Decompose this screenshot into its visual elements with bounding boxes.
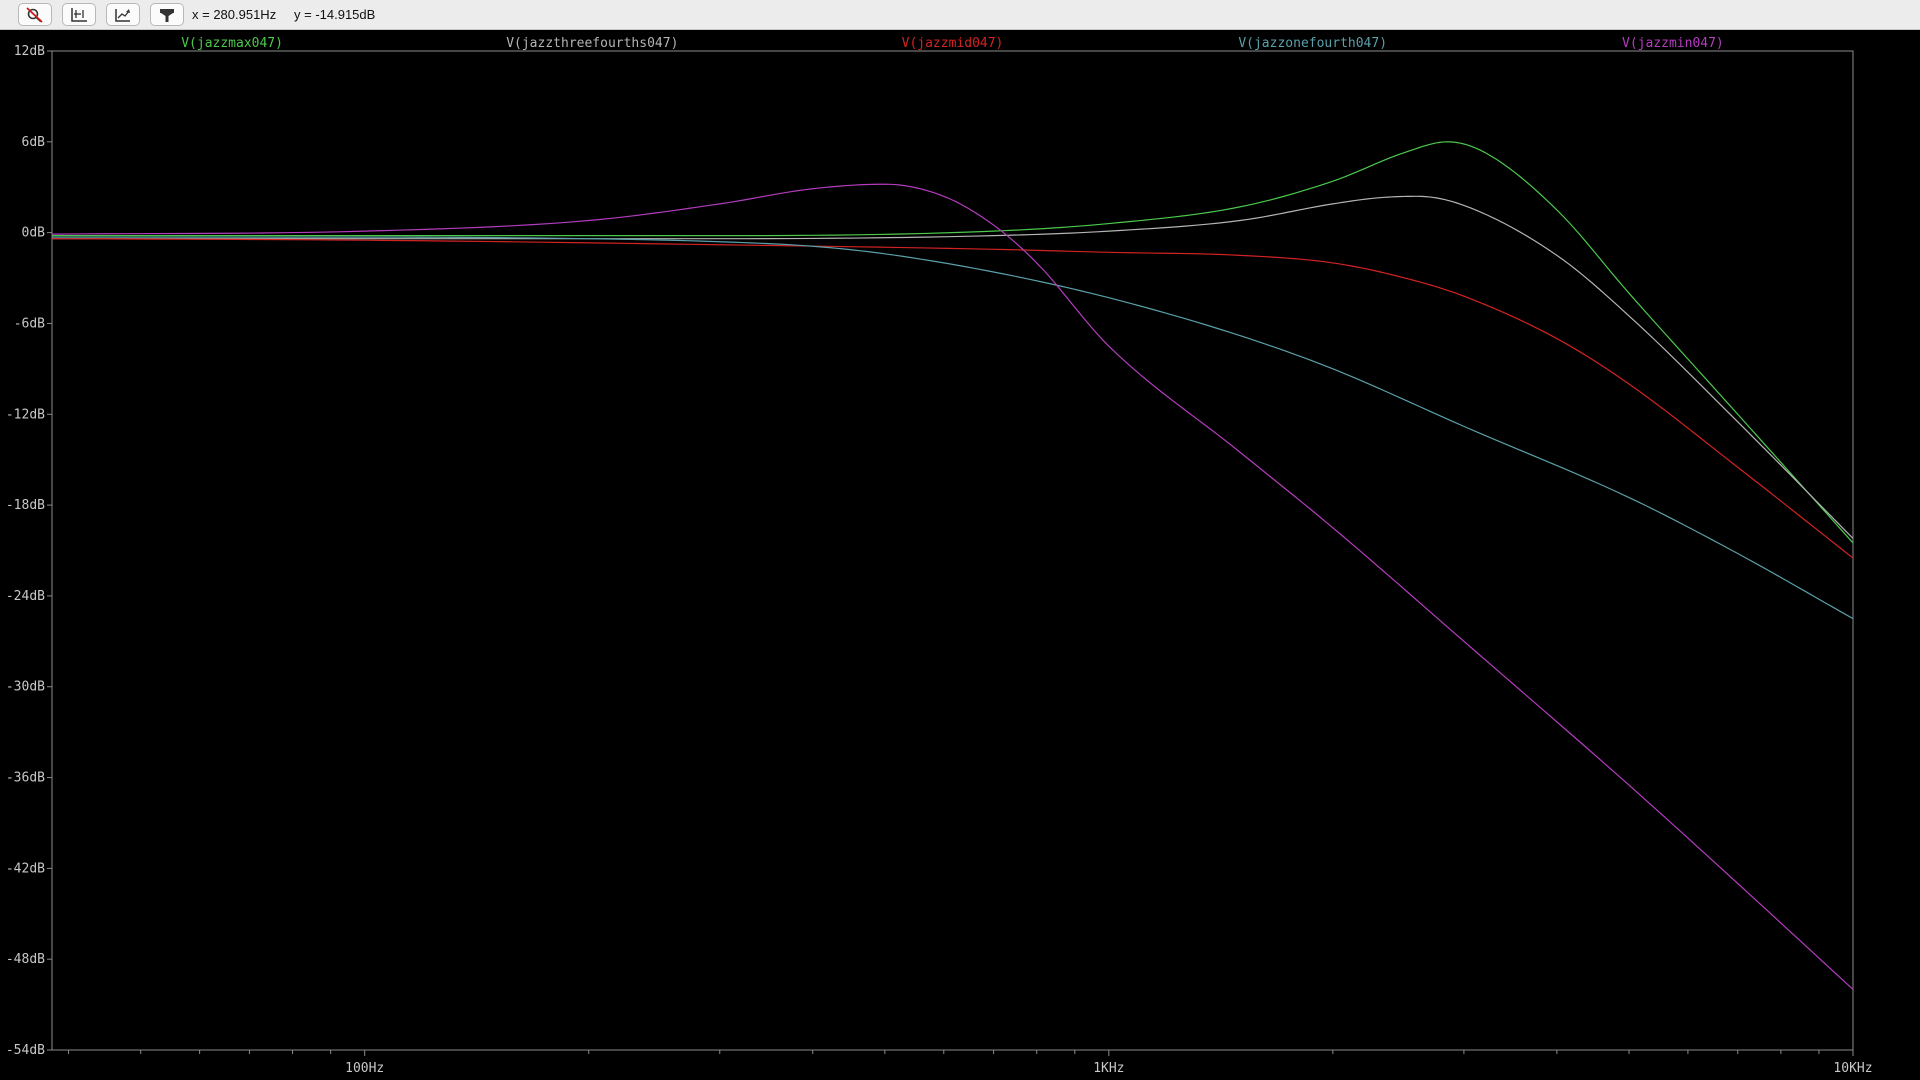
cursor-probe-button[interactable] — [150, 3, 184, 26]
cursor-y-readout: y = -14.915dB — [294, 7, 376, 22]
y-tick-label: -42dB — [6, 861, 45, 876]
autorange-icon — [71, 7, 87, 22]
y-tick-label: -12dB — [6, 407, 45, 422]
y-tick-label: -18dB — [6, 498, 45, 513]
y-tick-label: -54dB — [6, 1043, 45, 1058]
zoom-cancel-icon — [26, 6, 43, 23]
x-tick-label: 100Hz — [345, 1061, 384, 1076]
series-line-2 — [52, 195, 1854, 539]
y-tick-label: 6dB — [22, 135, 46, 150]
autorange-button[interactable] — [62, 3, 96, 26]
zoom-back-button[interactable] — [106, 3, 140, 26]
y-tick-label: 0dB — [22, 226, 46, 241]
zoom-cancel-button[interactable] — [18, 3, 52, 26]
y-tick-label: -24dB — [6, 589, 45, 604]
y-tick-label: -30dB — [6, 680, 45, 695]
waveform-plot[interactable]: 12dB 6dB 0dB -6dB -12dB -18dB -24dB -30dB -36dB -… — [0, 31, 1920, 1080]
y-tick-label: 12dB — [14, 44, 45, 59]
toolbar: x = 280.951Hz y = -14.915dB — [0, 0, 1920, 30]
zoom-back-icon — [115, 8, 130, 22]
x-tick-label: 10KHz — [1833, 1061, 1872, 1076]
series-line-5 — [51, 183, 1854, 990]
y-tick-label: -48dB — [6, 952, 45, 967]
series-line-3 — [51, 238, 1854, 559]
x-tick-label: 1KHz — [1093, 1061, 1124, 1076]
legend-label-5: V(jazzmin047) — [1622, 36, 1724, 51]
plot-frame — [51, 50, 1854, 1051]
y-tick-label: -6dB — [14, 316, 45, 331]
cursor-x-readout: x = 280.951Hz — [192, 7, 277, 22]
legend-label-3: V(jazzmid047) — [902, 36, 1004, 51]
series-line-4 — [52, 236, 1854, 620]
legend-label-2: V(jazzthreefourths047) — [506, 36, 678, 51]
legend-label-1: V(jazzmax047) — [181, 36, 283, 51]
series-line-1 — [52, 141, 1854, 544]
cursor-probe-icon — [160, 8, 174, 22]
y-tick-label: -36dB — [6, 771, 45, 786]
legend-label-4: V(jazzonefourth047) — [1238, 36, 1387, 51]
